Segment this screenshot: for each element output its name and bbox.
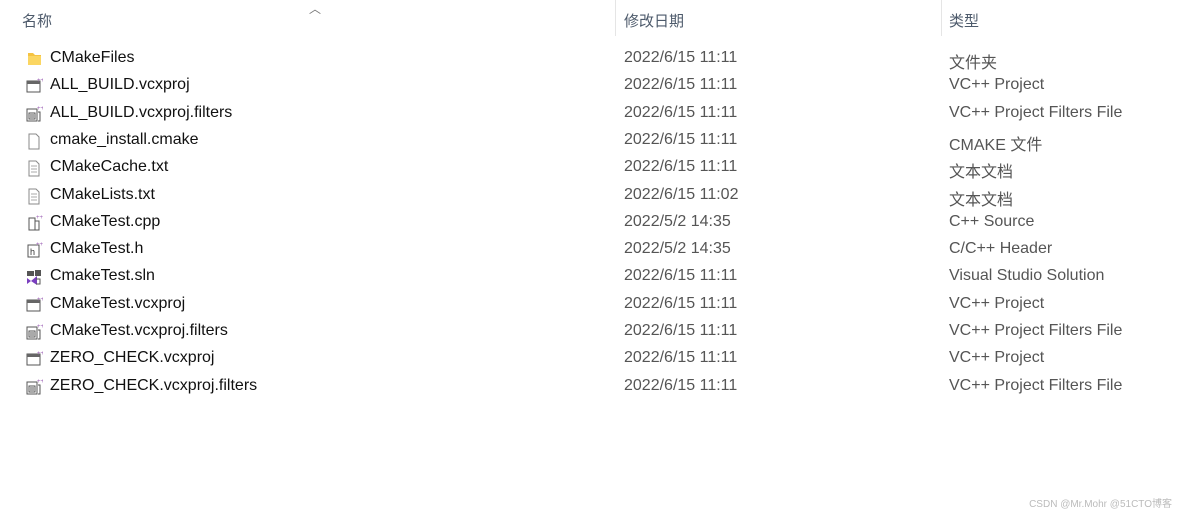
file-type: VC++ Project: [949, 294, 1045, 312]
filters-file-icon: ++: [26, 106, 43, 122]
file-date: 2022/6/15 11:11: [624, 376, 738, 394]
file-date: 2022/6/15 11:02: [624, 185, 739, 203]
file-row[interactable]: CmakeTest.sln 2022/6/15 11:11 Visual Stu…: [0, 263, 1184, 290]
column-divider[interactable]: [941, 0, 942, 36]
sln-file-icon: [27, 270, 41, 286]
file-type: C/C++ Header: [949, 240, 1053, 258]
file-type: C++ Source: [949, 212, 1035, 230]
file-row[interactable]: CMakeLists.txt 2022/6/15 11:02 文本文档: [0, 182, 1184, 209]
file-name: CMakeLists.txt: [50, 185, 155, 203]
file-name: CMakeFiles: [50, 49, 135, 66]
file-name: CMakeTest.vcxproj.filters: [50, 322, 228, 339]
text-file-icon: [28, 188, 40, 204]
svg-text:++: ++: [37, 106, 43, 112]
file-type: 文本文档: [949, 191, 1014, 209]
file-name: ALL_BUILD.vcxproj: [50, 76, 190, 94]
file-date: 2022/6/15 11:11: [624, 76, 738, 94]
file-type: VC++ Project: [949, 349, 1045, 367]
cpp-file-icon: ++: [28, 215, 43, 231]
file-row[interactable]: ++ ALL_BUILD.vcxproj 2022/6/15 11:11 VC+…: [0, 72, 1184, 99]
filters-file-icon: ++: [26, 379, 43, 395]
file-type: Visual Studio Solution: [949, 267, 1105, 285]
vcxproj-file-icon: ++: [26, 351, 43, 366]
file-date: 2022/6/15 11:11: [624, 49, 738, 66]
svg-text:++: ++: [37, 324, 43, 330]
file-name: ZERO_CHECK.vcxproj: [50, 349, 215, 367]
file-name: CMakeCache.txt: [50, 158, 169, 176]
column-divider[interactable]: [615, 0, 616, 36]
vcxproj-file-icon: ++: [26, 297, 43, 312]
file-date: 2022/6/15 11:11: [624, 322, 738, 339]
svg-text:++: ++: [36, 215, 43, 221]
file-name: CMakeTest.h: [50, 240, 144, 258]
file-date: 2022/6/15 11:11: [624, 267, 738, 285]
text-file-icon: [28, 160, 40, 177]
file-type: VC++ Project Filters File: [949, 103, 1123, 121]
svg-text:h: h: [30, 247, 35, 257]
file-row[interactable]: CMakeFiles 2022/6/15 11:11 文件夹: [0, 45, 1184, 72]
filters-file-icon: ++: [26, 324, 43, 340]
header-file-icon: h++: [27, 242, 43, 258]
chevron-up-icon[interactable]: ︿: [309, 0, 321, 17]
svg-text:++: ++: [37, 351, 43, 357]
watermark: CSDN @Mr.Mohr @51CTO博客: [1029, 499, 1172, 510]
file-name: CmakeTest.sln: [50, 267, 155, 285]
column-name[interactable]: 名称: [22, 10, 52, 31]
file-name: CMakeTest.cpp: [50, 212, 161, 230]
file-name: ALL_BUILD.vcxproj.filters: [50, 103, 233, 121]
file-type: CMAKE 文件: [949, 136, 1043, 154]
folder-file-icon: [28, 53, 41, 65]
file-type: VC++ Project Filters File: [949, 376, 1123, 394]
vcxproj-file-icon: ++: [26, 78, 43, 93]
file-row[interactable]: ++ CMakeTest.cpp 2022/5/2 14:35 C++ Sour…: [0, 209, 1184, 236]
file-type: 文本文档: [949, 164, 1014, 182]
file-name: cmake_install.cmake: [50, 130, 199, 148]
column-type[interactable]: 类型: [949, 10, 979, 31]
file-name: ZERO_CHECK.vcxproj.filters: [50, 376, 258, 394]
file-name: CMakeTest.vcxproj: [50, 294, 186, 312]
file-date: 2022/6/15 11:11: [624, 158, 738, 176]
svg-text:++: ++: [36, 242, 43, 248]
file-row[interactable]: h ++ CMakeTest.h 2022/5/2 14:35 C/C++ Hea…: [0, 236, 1184, 263]
file-row[interactable]: ++ ALL_BUILD.vcxproj.filters 2022/6/15 1…: [0, 100, 1184, 127]
file-date: 2022/6/15 11:11: [624, 294, 738, 312]
blank-file-icon: [28, 133, 40, 150]
file-date: 2022/6/15 11:11: [624, 349, 738, 367]
svg-text:++: ++: [37, 379, 43, 385]
column-date[interactable]: 修改日期: [624, 10, 684, 31]
file-date: 2022/6/15 11:11: [624, 130, 738, 148]
file-row[interactable]: ++ ZERO_CHECK.vcxproj.filters 2022/6/15 …: [0, 373, 1184, 400]
file-row[interactable]: CMakeCache.txt 2022/6/15 11:11 文本文档: [0, 154, 1184, 181]
file-type: 文件夹: [949, 55, 998, 72]
file-date: 2022/5/2 14:35: [624, 240, 731, 258]
file-type: VC++ Project: [949, 76, 1045, 94]
svg-text:++: ++: [37, 78, 43, 84]
file-row[interactable]: ++ CMakeTest.vcxproj.filters 2022/6/15 1…: [0, 318, 1184, 345]
file-row[interactable]: ++ ZERO_CHECK.vcxproj 2022/6/15 11:11 VC…: [0, 345, 1184, 372]
file-row[interactable]: cmake_install.cmake 2022/6/15 11:11 CMAK…: [0, 127, 1184, 154]
file-row[interactable]: ++ CMakeTest.vcxproj 2022/6/15 11:11 VC+…: [0, 291, 1184, 318]
file-date: 2022/6/15 11:11: [624, 103, 738, 121]
file-type: VC++ Project Filters File: [949, 322, 1123, 339]
svg-text:++: ++: [37, 297, 43, 303]
file-date: 2022/5/2 14:35: [624, 212, 731, 230]
column-header: ︿ 名称 修改日期 类型: [0, 0, 1184, 40]
